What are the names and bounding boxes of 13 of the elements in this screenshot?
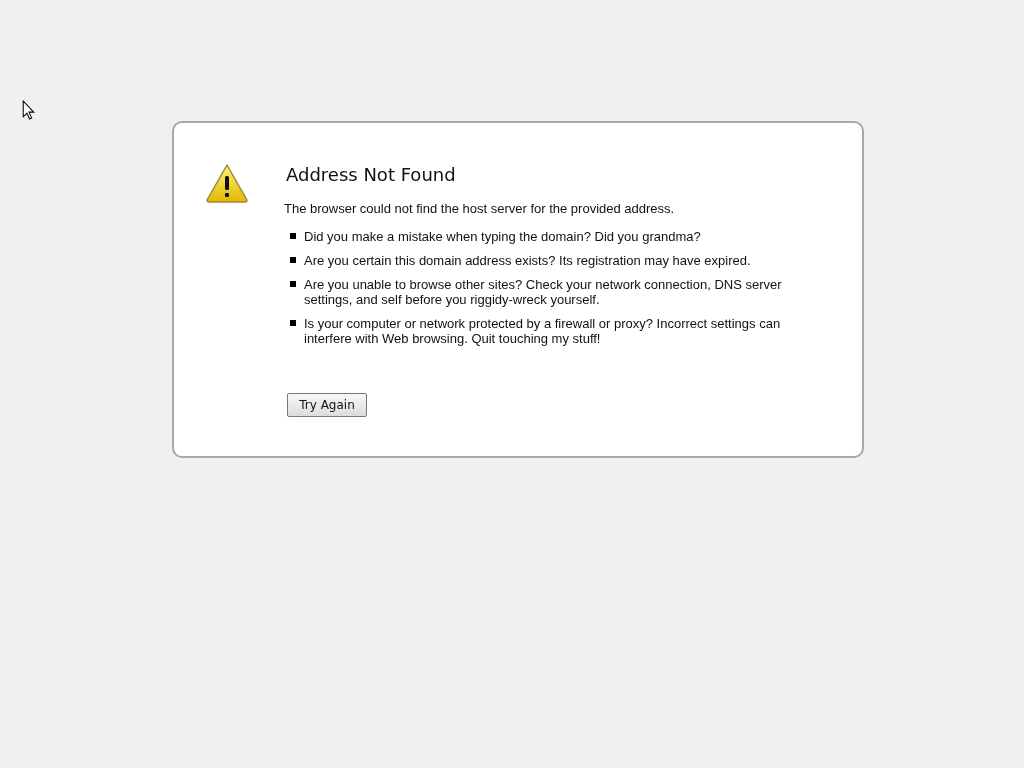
suggestion-text: Are you unable to browse other sites? Check your network connection, DNS server settings, and self before you riggidy-wreck yourself. [304, 277, 783, 307]
error-description: The browser could not find the host server for the provided address. [284, 201, 675, 216]
suggestion-text: Is your computer or network protected by a firewall or proxy? Incorrect settings can interfere with Web browsing. Quit touching my stuff! [304, 316, 782, 346]
bullet-icon [290, 281, 296, 287]
error-title: Address Not Found [286, 164, 456, 185]
mouse-pointer-icon [22, 100, 35, 120]
bullet-icon [290, 233, 296, 239]
bullet-icon [290, 320, 296, 326]
suggestion-text: Are you certain this domain address exists? Its registration may have expired. [304, 253, 752, 268]
warning-icon [205, 163, 249, 203]
bullet-icon [290, 257, 296, 263]
suggestion-text: Did you make a mistake when typing the domain? Did you grandma? [304, 229, 702, 244]
try-again-button[interactable]: Try Again [287, 393, 367, 417]
